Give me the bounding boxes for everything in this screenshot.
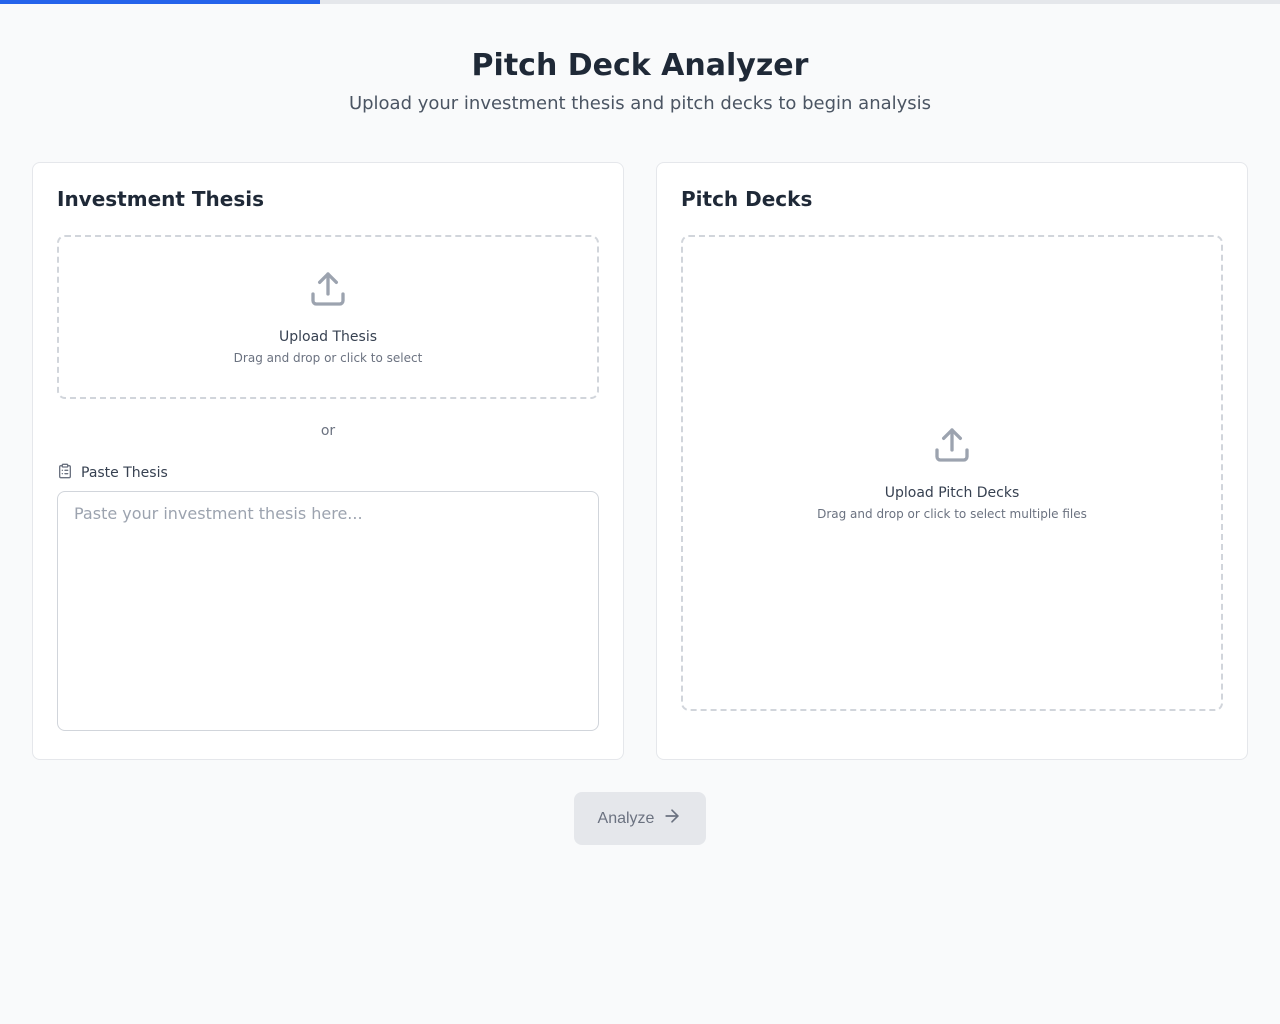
progress-bar: [0, 0, 1280, 4]
thesis-upload-hint: Drag and drop or click to select: [234, 351, 423, 365]
upload-icon: [308, 269, 348, 313]
page-subtitle: Upload your investment thesis and pitch …: [32, 93, 1248, 114]
decks-upload-title: Upload Pitch Decks: [885, 485, 1020, 501]
clipboard-icon: [57, 463, 73, 483]
upload-icon: [932, 425, 972, 469]
thesis-upload-dropzone[interactable]: Upload Thesis Drag and drop or click to …: [57, 235, 599, 399]
or-divider: or: [57, 399, 599, 463]
thesis-card: Investment Thesis Upload Thesis Drag and…: [32, 162, 624, 760]
page-header: Pitch Deck Analyzer Upload your investme…: [32, 4, 1248, 162]
paste-thesis-label-text: Paste Thesis: [81, 465, 168, 481]
decks-card: Pitch Decks Upload Pitch Decks Drag and …: [656, 162, 1248, 760]
decks-upload-hint: Drag and drop or click to select multipl…: [817, 507, 1087, 521]
arrow-right-icon: [662, 806, 682, 831]
page-title: Pitch Deck Analyzer: [32, 48, 1248, 83]
thesis-textarea[interactable]: [57, 491, 599, 731]
paste-thesis-label: Paste Thesis: [57, 463, 599, 483]
analyze-button[interactable]: Analyze: [574, 792, 707, 845]
thesis-card-title: Investment Thesis: [57, 187, 599, 211]
decks-card-title: Pitch Decks: [681, 187, 1223, 211]
thesis-upload-title: Upload Thesis: [279, 329, 377, 345]
decks-upload-dropzone[interactable]: Upload Pitch Decks Drag and drop or clic…: [681, 235, 1223, 711]
analyze-button-label: Analyze: [598, 810, 655, 828]
progress-fill: [0, 0, 320, 4]
